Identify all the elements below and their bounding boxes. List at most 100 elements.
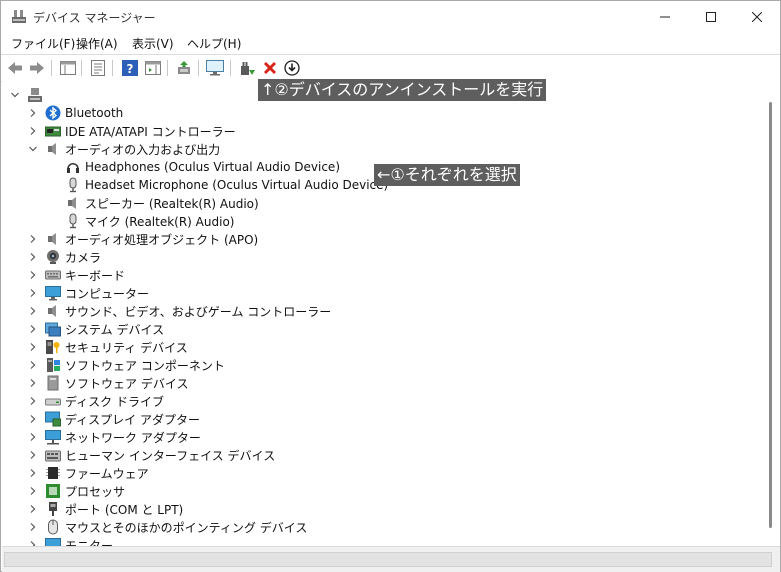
scan-hardware-icon[interactable] (206, 59, 224, 77)
chevron-right-icon[interactable] (27, 122, 39, 140)
vertical-scroll-thumb[interactable] (769, 102, 772, 528)
chevron-right-icon[interactable] (27, 482, 39, 500)
speaker-icon (45, 231, 61, 247)
update-driver-icon[interactable] (175, 59, 193, 77)
tree-item-label: Headset Microphone (Oculus Virtual Audio… (85, 178, 389, 192)
tree-item-label: ファームウェア (65, 466, 149, 481)
tree-category[interactable]: オーディオの入力および出力 (27, 140, 220, 158)
window-title: デバイス マネージャー (33, 11, 156, 25)
tree-category[interactable]: Bluetooth (27, 104, 123, 122)
close-button[interactable] (734, 1, 780, 32)
svg-text:?: ? (127, 62, 134, 76)
device-manager-window: デバイス マネージャー ファイル(F) 操作(A) 表示(V) ヘルプ(H) ?… (0, 0, 781, 572)
chevron-right-icon[interactable] (27, 248, 39, 266)
help-icon[interactable]: ? (121, 59, 139, 77)
monitor-icon (45, 285, 61, 301)
chevron-down-icon[interactable] (27, 140, 39, 158)
chevron-right-icon[interactable] (27, 302, 39, 320)
properties-icon[interactable] (89, 59, 107, 77)
tree-category[interactable]: モニター (27, 536, 113, 546)
chevron-down-icon[interactable] (9, 86, 21, 104)
vertical-scrollbar[interactable] (762, 81, 780, 546)
chevron-right-icon[interactable] (27, 230, 39, 248)
chevron-right-icon[interactable] (27, 536, 39, 546)
tree-root-computer[interactable] (9, 86, 47, 104)
maximize-button[interactable] (688, 1, 734, 32)
tree-category[interactable]: オーディオ処理オブジェクト (APO) (27, 230, 258, 248)
tree-category[interactable]: マウスとそのほかのポインティング デバイス (27, 518, 307, 536)
tree-item-label: Bluetooth (65, 106, 124, 120)
chevron-right-icon[interactable] (27, 284, 39, 302)
tree-item-label: マウスとそのほかのポインティング デバイス (65, 520, 308, 535)
tree-category[interactable]: ソフトウェア コンポーネント (27, 356, 225, 374)
chevron-right-icon[interactable] (27, 356, 39, 374)
security-key-icon (45, 339, 61, 355)
display-adapter-icon (45, 411, 61, 427)
tree-item-label: セキュリティ デバイス (65, 340, 188, 355)
tree-category[interactable]: キーボード (27, 266, 125, 284)
tree-category[interactable]: コンピューター (27, 284, 149, 302)
tree-category[interactable]: システム デバイス (27, 320, 164, 338)
toolbar-separator (230, 60, 231, 76)
uninstall-device-icon[interactable] (261, 59, 279, 77)
chevron-right-icon[interactable] (27, 518, 39, 536)
tree-category[interactable]: プロセッサ (27, 482, 125, 500)
tree-category[interactable]: サウンド、ビデオ、およびゲーム コントローラー (27, 302, 331, 320)
toolbar-separator (81, 60, 82, 76)
minimize-button[interactable] (642, 1, 688, 32)
tree-category[interactable]: カメラ (27, 248, 101, 266)
menu-action[interactable]: 操作(A) (76, 35, 118, 52)
chevron-right-icon[interactable] (27, 500, 39, 518)
console-tree-icon[interactable] (59, 59, 77, 77)
menu-file[interactable]: ファイル(F) (11, 35, 75, 52)
horizontal-scrollbar[interactable] (2, 546, 780, 572)
annotation-uninstall-note: ↑②デバイスのアンインストールを実行 (258, 79, 547, 101)
disk-drive-icon (45, 393, 61, 409)
tree-item-label: サウンド、ビデオ、およびゲーム コントローラー (65, 304, 332, 319)
tree-category[interactable]: ディスプレイ アダプター (27, 410, 200, 428)
chevron-right-icon[interactable] (27, 410, 39, 428)
tree-category[interactable]: ネットワーク アダプター (27, 428, 201, 446)
bluetooth-icon (45, 105, 61, 121)
menu-help[interactable]: ヘルプ(H) (187, 35, 241, 52)
forward-arrow-icon[interactable] (28, 59, 46, 77)
chevron-right-icon[interactable] (27, 374, 39, 392)
horizontal-scroll-thumb[interactable] (4, 552, 772, 567)
tree-device-item[interactable]: マイク (Realtek(R) Audio) (65, 212, 234, 230)
tree-device-item[interactable]: Headphones (Oculus Virtual Audio Device) (65, 158, 340, 176)
enable-device-icon[interactable] (238, 59, 256, 77)
action-pane-icon[interactable] (144, 59, 162, 77)
toolbar: ? (1, 54, 780, 82)
title-bar[interactable]: デバイス マネージャー (1, 1, 780, 32)
headphones-icon (65, 159, 81, 175)
tree-category[interactable]: IDE ATA/ATAPI コントローラー (27, 122, 236, 140)
back-arrow-icon[interactable] (6, 59, 24, 77)
tree-category[interactable]: ファームウェア (27, 464, 149, 482)
tree-category[interactable]: ヒューマン インターフェイス デバイス (27, 446, 275, 464)
chevron-right-icon[interactable] (27, 464, 39, 482)
menu-bar: ファイル(F) 操作(A) 表示(V) ヘルプ(H) (1, 32, 780, 54)
chevron-right-icon[interactable] (27, 392, 39, 410)
chevron-right-icon[interactable] (27, 320, 39, 338)
chevron-right-icon[interactable] (27, 446, 39, 464)
computer-root-icon (27, 87, 43, 103)
tree-category[interactable]: ディスク ドライブ (27, 392, 164, 410)
download-icon[interactable] (283, 59, 301, 77)
device-tree[interactable]: Bluetooth IDE ATA/ATAPI コントローラー オーディオの入力およ… (2, 81, 762, 546)
tree-item-label: ヒューマン インターフェイス デバイス (65, 448, 276, 463)
chevron-right-icon[interactable] (27, 104, 39, 122)
chevron-right-icon[interactable] (27, 428, 39, 446)
chevron-right-icon[interactable] (27, 338, 39, 356)
menu-view[interactable]: 表示(V) (132, 35, 174, 52)
tree-item-label: ソフトウェア デバイス (65, 376, 189, 391)
tree-device-item[interactable]: スピーカー (Realtek(R) Audio) (65, 194, 259, 212)
tree-item-label: カメラ (65, 250, 102, 265)
speaker-icon (45, 303, 61, 319)
monitor-icon (45, 537, 61, 546)
software-device-icon (45, 375, 61, 391)
tree-category[interactable]: ポート (COM と LPT) (27, 500, 183, 518)
tree-category[interactable]: ソフトウェア デバイス (27, 374, 188, 392)
tree-category[interactable]: セキュリティ デバイス (27, 338, 188, 356)
tree-device-item[interactable]: Headset Microphone (Oculus Virtual Audio… (65, 176, 388, 194)
chevron-right-icon[interactable] (27, 266, 39, 284)
